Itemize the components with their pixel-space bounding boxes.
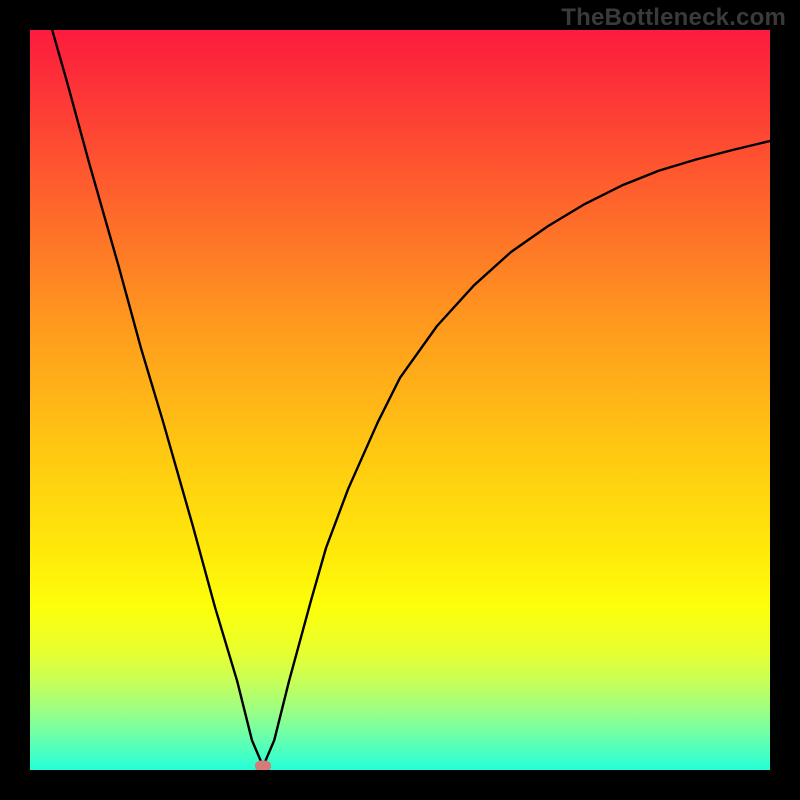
bottleneck-curve bbox=[30, 30, 770, 770]
minimum-marker bbox=[255, 761, 271, 770]
watermark-text: TheBottleneck.com bbox=[561, 4, 786, 32]
chart-root: TheBottleneck.com bbox=[0, 0, 800, 800]
plot-area bbox=[30, 30, 770, 770]
